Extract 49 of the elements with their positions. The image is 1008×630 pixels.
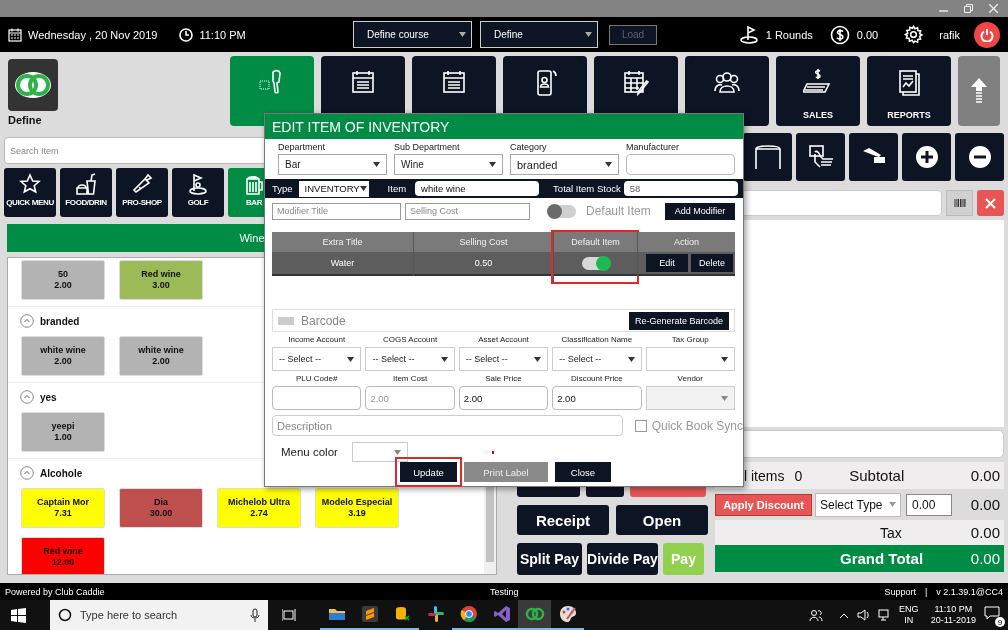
field-label: Tax Group	[670, 335, 710, 346]
subtotal-label: Subtotal	[849, 467, 905, 484]
column-header: Selling Cost	[414, 232, 553, 252]
discount-value: 0.00	[970, 496, 1000, 513]
table-cell: Water	[272, 252, 413, 276]
items-count: 0	[794, 467, 803, 484]
tax-value: 0.00	[970, 524, 1000, 541]
balance-text: 0.00	[856, 28, 879, 41]
field-label: Department	[278, 142, 327, 154]
logo-label: Define	[8, 114, 43, 126]
environment-text: Testing	[490, 586, 519, 597]
separator-text: |	[925, 586, 928, 597]
field-label: Classification Name	[560, 335, 634, 346]
dialog-title: EDIT ITEM OF INVENTORY	[265, 114, 743, 139]
stock-label: Total Item Stock	[553, 183, 621, 194]
table-cell: 0.50	[414, 252, 553, 276]
date-text: Wednesday , 20 Nov 2019	[28, 28, 158, 41]
field-label: Asset Account	[477, 335, 530, 346]
group-title: branded	[40, 315, 80, 327]
field-label: Manufacturer	[626, 142, 681, 154]
column-header: Default Item	[554, 232, 637, 252]
powered-by-text: Powered by Club Caddie	[5, 586, 105, 597]
notification-badge: 9	[995, 617, 1005, 627]
field-label: Sub Department	[394, 142, 461, 154]
grand-total-label: Grand Total	[840, 550, 924, 567]
field-label: Vendor	[676, 374, 704, 385]
grand-total-value: 0.00	[970, 550, 1000, 567]
version-text: v 2.1.39.1@CC4	[936, 586, 1003, 597]
tax-label: Tax	[880, 524, 902, 541]
subtotal-value: 0.00	[970, 467, 1000, 484]
field-label: Item Cost	[391, 374, 429, 385]
rounds-text: 1 Rounds	[765, 28, 813, 41]
items-label: l items	[744, 467, 785, 484]
field-label: Discount Price	[570, 374, 624, 385]
column-header: Extra Title	[272, 232, 413, 252]
user-name: rafik	[939, 28, 960, 41]
time-text: 11:10 PM	[199, 28, 246, 41]
menu-color-label: Menu color	[281, 446, 338, 458]
field-label: Income Account	[287, 335, 347, 346]
group-title: yes	[40, 391, 57, 403]
item-label: Item	[387, 183, 407, 194]
checkbox-label: Quick Book Sync	[651, 418, 743, 433]
field-label: Sale Price	[484, 374, 523, 385]
default-item-label: Default Item	[586, 204, 651, 218]
field-label: Category	[510, 142, 548, 154]
field-label: COGS Account	[381, 335, 439, 346]
column-header: Action	[638, 232, 735, 252]
group-title: Alcohole	[40, 467, 83, 479]
field-label: PLU Code#	[295, 374, 339, 385]
